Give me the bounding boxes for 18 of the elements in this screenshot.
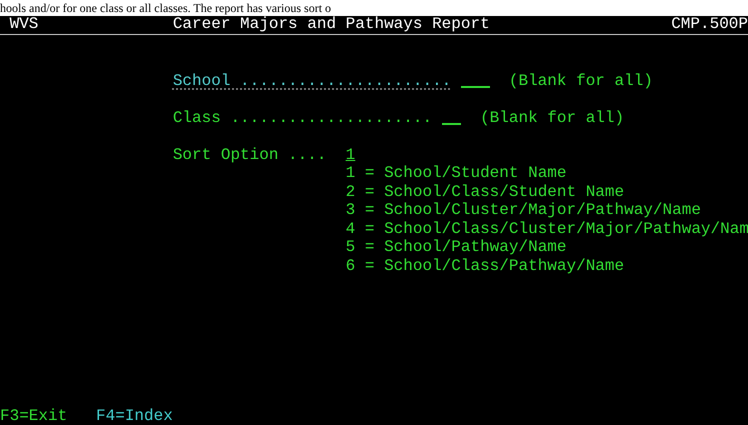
sort-option-text: 5 = School/Pathway/Name (346, 238, 566, 256)
sort-option-text: 1 = School/Student Name (346, 164, 566, 182)
function-key[interactable]: F3=Exit (0, 406, 68, 425)
sort-option-text: 4 = School/Class/Cluster/Major/Pathway/Nam (346, 220, 748, 238)
document-text: hools and/or for one class or all classes. The report has various sort o (0, 0, 748, 16)
program-id: CMP.500P (671, 16, 748, 34)
sort-option-field[interactable]: 1 (346, 146, 356, 164)
field-label: Class ..................... (172, 108, 432, 127)
screen-title: Career Majors and Pathways Report (172, 16, 490, 34)
field-label: Sort Option .... (172, 146, 326, 164)
field-hint: (Blank for all) (508, 72, 653, 90)
system-name: WVS (8, 16, 38, 34)
sort-option-text: 6 = School/Class/Pathway/Name (346, 256, 624, 275)
field-label: School ...................... (172, 72, 452, 90)
function-key[interactable]: F4=Index (96, 406, 173, 425)
sort-option-text: 3 = School/Cluster/Major/Pathway/Name (346, 201, 701, 220)
sort-option-text: 2 = School/Class/Student Name (346, 182, 624, 201)
field-hint: (Blank for all) (480, 108, 624, 127)
